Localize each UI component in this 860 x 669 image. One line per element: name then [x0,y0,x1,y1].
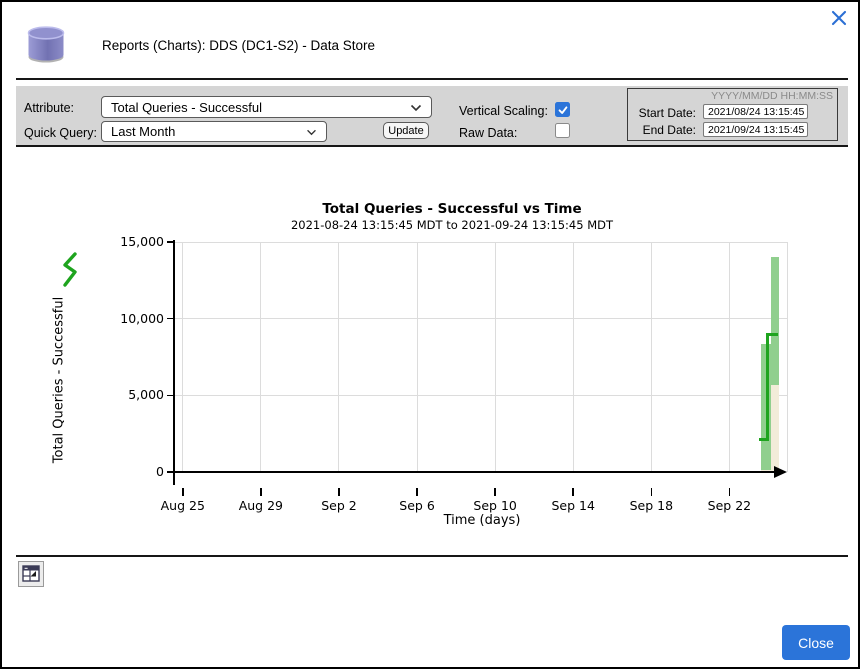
y-tick-label: 0 [102,464,164,479]
x-tick-mark [651,488,653,496]
date-format-hint: YYYY/MM/DD HH:MM:SS [711,90,833,102]
raw-data-label: Raw Data: [459,126,517,140]
y-tick-label: 10,000 [102,311,164,326]
v-gridline-right-edge [787,242,788,472]
x-tick-mark [338,488,340,496]
h-gridline [174,318,787,319]
chart-line-zigzag-icon [62,252,79,295]
x-tick-label: Aug 25 [148,498,218,513]
chevron-down-icon [410,100,422,115]
header-divider [16,78,848,80]
y-axis-label: Total Queries - Successful [52,297,67,463]
v-gridline [729,242,730,472]
attribute-label: Attribute: [24,101,74,115]
chart-toolbar: Attribute: Total Queries - Successful Qu… [16,86,848,147]
vertical-scaling-checkbox[interactable] [555,102,570,117]
x-axis-line [173,471,778,473]
area-fill [771,335,779,472]
footer-divider [16,555,848,557]
y-tick-mark [167,471,174,473]
end-date-label: End Date: [634,123,696,137]
x-tick-mark [416,488,418,496]
date-range-box: YYYY/MM/DD HH:MM:SS Start Date: End Date… [627,88,838,141]
y-tick-mark [167,241,174,243]
start-date-label: Start Date: [634,106,696,120]
v-gridline [651,242,652,472]
x-tick-mark [260,488,262,496]
x-tick-label: Sep 22 [694,498,764,513]
update-button[interactable]: Update [383,122,429,139]
database-cylinder-icon [24,23,68,65]
v-gridline [417,242,418,472]
chart-subtitle: 2021-08-24 13:15:45 MDT to 2021-09-24 13… [132,218,772,232]
y-tick-label: 15,000 [102,234,164,249]
range-bar [761,344,771,470]
quick-query-label: Quick Query: [24,126,97,140]
end-date-input[interactable] [703,122,808,137]
v-gridline [338,242,339,472]
close-button[interactable]: Close [782,625,850,660]
chevron-down-icon [306,124,317,139]
h-gridline [174,242,787,243]
raw-data-checkbox[interactable] [555,123,570,138]
v-gridline [260,242,261,472]
x-tick-label: Sep 14 [538,498,608,513]
v-gridline [182,242,183,472]
x-tick-mark [494,488,496,496]
average-line-connector [766,333,769,440]
x-tick-mark [572,488,574,496]
y-tick-mark [167,318,174,320]
y-tick-label: 5,000 [102,387,164,402]
x-axis-label: Time (days) [177,513,787,528]
x-tick-label: Sep 18 [616,498,686,513]
export-chart-icon[interactable] [18,561,44,587]
average-line-segment [759,438,767,441]
x-tick-label: Sep 6 [382,498,452,513]
attribute-selected-value: Total Queries - Successful [111,100,262,115]
close-icon[interactable] [829,9,849,29]
average-line-segment [767,333,778,336]
reports-chart-dialog: Reports (Charts): DDS (DC1-S2) - Data St… [0,0,860,669]
attribute-select[interactable]: Total Queries - Successful [101,96,432,118]
y-tick-mark [167,395,174,397]
start-date-input[interactable] [703,104,808,119]
area-fill [761,439,771,472]
chart-title: Total Queries - Successful vs Time [132,201,772,217]
y-axis-line [173,240,175,485]
quick-query-selected-value: Last Month [111,124,175,139]
x-tick-mark [182,488,184,496]
range-bar [771,257,779,385]
vertical-scaling-label: Vertical Scaling: [459,104,548,118]
x-tick-mark [729,488,731,496]
h-gridline [174,395,787,396]
x-tick-label: Sep 2 [304,498,374,513]
v-gridline [573,242,574,472]
quick-query-select[interactable]: Last Month [101,121,327,142]
x-tick-label: Aug 29 [226,498,296,513]
v-gridline [495,242,496,472]
page-title: Reports (Charts): DDS (DC1-S2) - Data St… [102,38,375,53]
x-axis-arrowhead [774,466,787,478]
x-tick-label: Sep 10 [460,498,530,513]
